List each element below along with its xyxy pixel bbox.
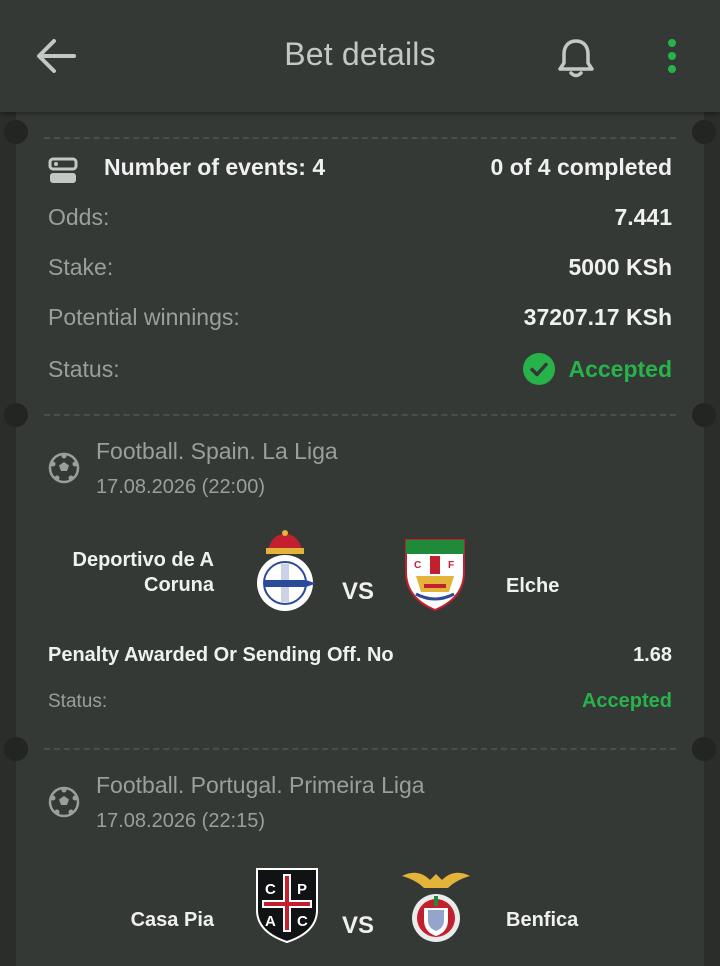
winnings-label: Potential winnings: (48, 304, 240, 330)
odds-value: 7.441 (614, 204, 672, 230)
svg-text:F: F (448, 560, 454, 571)
svg-text:A: A (265, 913, 276, 930)
event-status-value: Accepted (581, 690, 672, 712)
stake-label: Stake: (48, 254, 114, 280)
home-team-name: Deportivo de A Coruna (72, 549, 215, 596)
stake-row: Stake: 5000 KSh (48, 254, 672, 294)
away-team-name: Benfica (506, 909, 579, 931)
card-notch (4, 120, 28, 144)
odds-row: Odds: 7.441 (48, 204, 672, 244)
stake-value: 5000 KSh (568, 254, 672, 280)
svg-text:P: P (297, 881, 307, 898)
league-name: Football. Portugal. Primeira Liga (96, 772, 425, 798)
bell-icon[interactable] (554, 36, 598, 80)
events-count-row: Number of events: 4 0 of 4 completed (48, 154, 672, 194)
league-name: Football. Spain. La Liga (96, 438, 338, 464)
events-count-label: Number of events: 4 (104, 154, 326, 180)
page-title: Bet details (284, 36, 436, 72)
event-item[interactable]: Football. Portugal. Primeira Liga 17.08.… (16, 748, 704, 966)
market-name: Penalty Awarded Or Sending Off. No (48, 644, 394, 666)
odds-label: Odds: (48, 204, 110, 230)
kebab-menu-icon[interactable] (660, 38, 684, 78)
football-icon (48, 452, 80, 484)
football-icon (48, 786, 80, 818)
status-value: Accepted (522, 352, 672, 386)
winnings-row: Potential winnings: 37207.17 KSh (48, 304, 672, 344)
svg-text:C: C (414, 560, 421, 571)
event-status-label: Status: (48, 691, 108, 712)
winnings-value: 37207.17 KSh (523, 304, 672, 330)
status-label: Status: (48, 356, 120, 382)
bet-details-card: Number of events: 4 0 of 4 completed Odd… (4, 112, 716, 966)
event-item[interactable]: Football. Spain. La Liga 17.08.2026 (22:… (16, 414, 704, 744)
deportivo-crest-icon (257, 530, 316, 611)
benfica-crest-icon (402, 872, 470, 942)
check-circle-icon (523, 353, 556, 385)
event-datetime: 17.08.2026 (22:15) (96, 810, 266, 832)
completed-count: 0 of 4 completed (490, 154, 672, 180)
ticket-list-icon (48, 157, 78, 183)
status-text: Accepted (568, 355, 672, 382)
svg-text:C: C (265, 881, 276, 898)
dashed-divider (44, 137, 676, 139)
event-datetime: 17.08.2026 (22:00) (96, 476, 266, 498)
vs-label: VS (342, 578, 375, 605)
status-row: Status: Accepted (48, 352, 672, 392)
market-coefficient: 1.68 (633, 644, 672, 666)
home-team-name: Casa Pia (130, 909, 214, 931)
app-header: Bet details (0, 0, 720, 112)
away-team-name: Elche (506, 575, 560, 597)
elche-crest-icon: C F (405, 539, 465, 612)
svg-text:C: C (297, 913, 308, 930)
card-notch (692, 120, 716, 144)
casa-pia-crest-icon: C P A C (256, 868, 318, 944)
vs-label: VS (342, 912, 375, 939)
